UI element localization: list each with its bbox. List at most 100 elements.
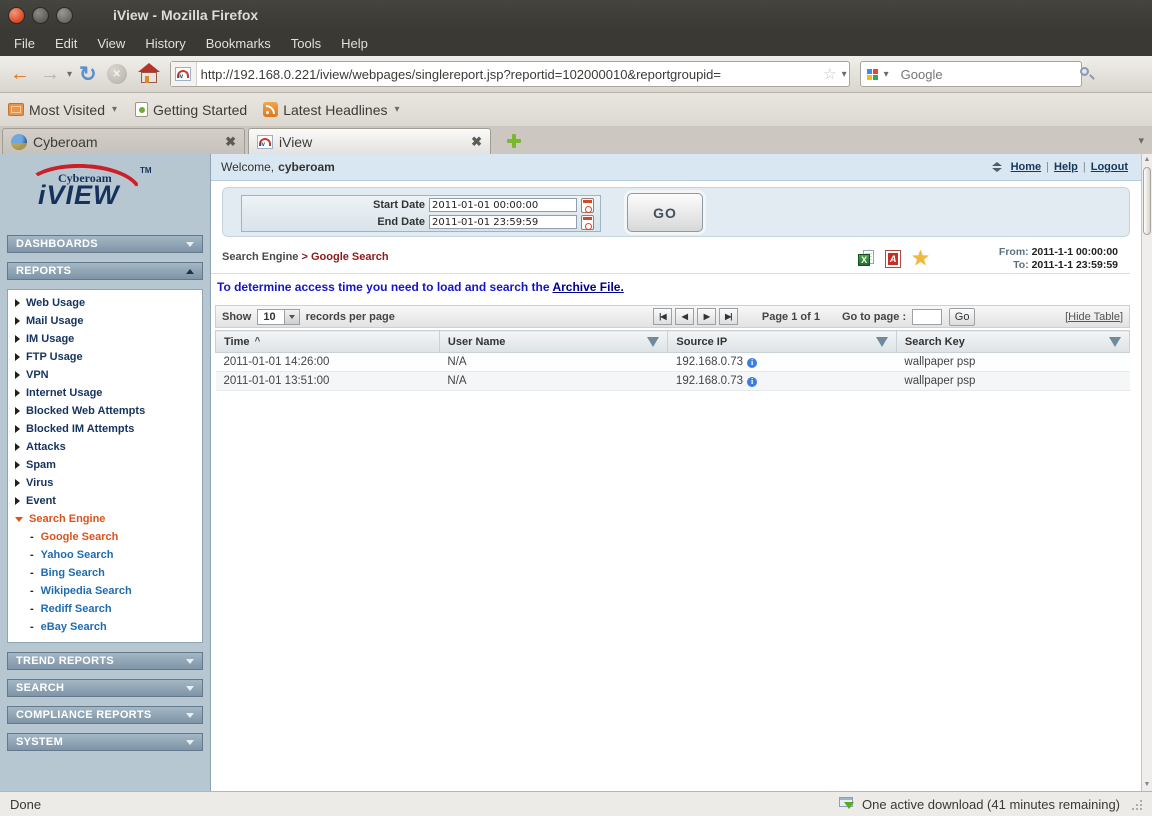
tab-close-icon[interactable]: ✖	[471, 134, 482, 150]
sidebar-item-internet-usage[interactable]: Internet Usage	[8, 384, 202, 402]
vertical-scrollbar[interactable]: ▲ ▼	[1141, 154, 1152, 791]
sidebar-item-vpn[interactable]: VPN	[8, 366, 202, 384]
prev-page-button[interactable]: ◀	[675, 308, 694, 325]
scroll-down-icon[interactable]: ▼	[1142, 779, 1152, 791]
navigation-toolbar: ← → ▾ ↻ ✕ iv ☆ ▾ ▾	[0, 56, 1152, 93]
info-icon[interactable]: i	[747, 358, 757, 368]
last-page-button[interactable]: ▶|	[719, 308, 738, 325]
sidebar-item-mail-usage[interactable]: Mail Usage	[8, 312, 202, 330]
sidebar-item-ftp-usage[interactable]: FTP Usage	[8, 348, 202, 366]
sidebar-item-virus[interactable]: Virus	[8, 474, 202, 492]
home-button[interactable]	[138, 65, 160, 83]
filter-funnel-icon[interactable]	[876, 337, 888, 347]
help-link[interactable]: Help	[1054, 161, 1078, 173]
export-pdf-icon[interactable]	[885, 250, 901, 268]
export-excel-icon[interactable]: X	[858, 250, 875, 267]
url-dropdown-icon[interactable]: ▾	[842, 69, 847, 80]
download-icon[interactable]	[839, 797, 855, 811]
sidebar-item-bing-search[interactable]: -Bing Search	[8, 564, 202, 582]
reload-button[interactable]: ↻	[79, 64, 97, 85]
menu-help[interactable]: Help	[331, 32, 378, 55]
logout-link[interactable]: Logout	[1091, 161, 1128, 173]
sidebar-item-blocked-im-attempts[interactable]: Blocked IM Attempts	[8, 420, 202, 438]
sidebar-item-ebay-search[interactable]: -eBay Search	[8, 618, 202, 636]
next-page-button[interactable]: ▶	[697, 308, 716, 325]
bookmark-getting-started[interactable]: Getting Started	[127, 99, 255, 121]
tab-iview[interactable]: iv iView ✖	[248, 128, 491, 154]
page-size-select[interactable]: 10	[257, 309, 299, 325]
home-link[interactable]: Home	[1011, 161, 1042, 173]
sidebar-item-rediff-search[interactable]: -Rediff Search	[8, 600, 202, 618]
column-header-time[interactable]: Time^	[216, 331, 440, 353]
scroll-up-icon[interactable]: ▲	[1142, 154, 1152, 166]
window-close-button[interactable]	[8, 7, 25, 24]
resize-grip[interactable]	[1130, 798, 1142, 810]
sidebar-item-spam[interactable]: Spam	[8, 456, 202, 474]
search-engine-dropdown-icon[interactable]: ▾	[884, 69, 889, 80]
window-maximize-button[interactable]	[56, 7, 73, 24]
menu-bookmarks[interactable]: Bookmarks	[196, 32, 281, 55]
end-date-input[interactable]	[429, 215, 577, 229]
go-button[interactable]: GO	[627, 193, 703, 232]
back-button[interactable]: ←	[10, 64, 30, 84]
column-header-user-name[interactable]: User Name	[439, 331, 668, 353]
menu-file[interactable]: File	[4, 32, 45, 55]
filter-funnel-icon[interactable]	[647, 337, 659, 347]
start-date-input[interactable]	[429, 198, 577, 212]
new-tab-button[interactable]	[505, 132, 523, 150]
breadcrumb-parent[interactable]: Search Engine	[222, 251, 298, 263]
sidebar-item-web-usage[interactable]: Web Usage	[8, 294, 202, 312]
column-header-search-key[interactable]: Search Key	[896, 331, 1129, 353]
bookmark-most-visited[interactable]: Most Visited ▾	[0, 99, 127, 121]
sidebar-section-system[interactable]: SYSTEM	[7, 733, 203, 751]
hide-table-link[interactable]: [Hide Table]	[1065, 311, 1123, 323]
sidebar-section-search[interactable]: SEARCH	[7, 679, 203, 697]
column-header-source-ip[interactable]: Source IP	[668, 331, 897, 353]
site-identity-box[interactable]: iv	[171, 62, 197, 86]
menu-view[interactable]: View	[87, 32, 135, 55]
sidebar-item-google-search[interactable]: -Google Search	[8, 528, 202, 546]
sidebar-item-attacks[interactable]: Attacks	[8, 438, 202, 456]
sidebar-section-dashboards[interactable]: DASHBOARDS	[7, 235, 203, 253]
history-dropdown-icon[interactable]: ▾	[67, 69, 72, 80]
bookmark-star-icon[interactable]: ☆	[823, 65, 836, 83]
menu-tools[interactable]: Tools	[281, 32, 331, 55]
sidebar-section-reports[interactable]: REPORTS	[7, 262, 203, 280]
sidebar-section-trend-reports[interactable]: TREND REPORTS	[7, 652, 203, 670]
sidebar-section-compliance-reports[interactable]: COMPLIANCE REPORTS	[7, 706, 203, 724]
sidebar-item-blocked-web-attempts[interactable]: Blocked Web Attempts	[8, 402, 202, 420]
sidebar-item-search-engine[interactable]: Search Engine	[8, 510, 202, 528]
panel-toggle-icon[interactable]	[992, 162, 1002, 172]
forward-button[interactable]: →	[40, 64, 60, 84]
info-icon[interactable]: i	[747, 377, 757, 387]
calendar-icon[interactable]	[581, 215, 594, 230]
welcome-text: Welcome,	[221, 160, 274, 174]
cell-user: N/A	[439, 353, 668, 372]
first-page-button[interactable]: |◀	[653, 308, 672, 325]
scrollbar-thumb[interactable]	[1143, 167, 1151, 235]
sidebar-item-wikipedia-search[interactable]: -Wikipedia Search	[8, 582, 202, 600]
tab-close-icon[interactable]: ✖	[225, 134, 236, 150]
search-engine-icon[interactable]	[867, 69, 878, 80]
window-minimize-button[interactable]	[32, 7, 49, 24]
sidebar-item-yahoo-search[interactable]: -Yahoo Search	[8, 546, 202, 564]
stop-button[interactable]: ✕	[107, 64, 127, 84]
bookmark-latest-headlines[interactable]: Latest Headlines ▾	[255, 99, 409, 121]
expand-arrow-icon	[15, 443, 20, 451]
chevron-down-icon	[186, 686, 194, 691]
goto-page-go-button[interactable]: Go	[949, 308, 975, 326]
tab-list-dropdown-icon[interactable]: ▾	[1138, 134, 1144, 147]
menu-edit[interactable]: Edit	[45, 32, 87, 55]
web-search-input[interactable]	[899, 67, 1079, 82]
sidebar-item-im-usage[interactable]: IM Usage	[8, 330, 202, 348]
url-input[interactable]	[197, 67, 821, 82]
tab-cyberoam[interactable]: Cyberoam ✖	[2, 128, 245, 154]
archive-file-link[interactable]: Archive File.	[552, 280, 623, 294]
filter-funnel-icon[interactable]	[1109, 337, 1121, 347]
goto-page-input[interactable]	[912, 309, 942, 325]
sidebar-item-event[interactable]: Event	[8, 492, 202, 510]
menu-history[interactable]: History	[135, 32, 195, 55]
bookmark-report-icon[interactable]: ★	[911, 248, 930, 269]
download-status-text[interactable]: One active download (41 minutes remainin…	[862, 797, 1120, 812]
calendar-icon[interactable]	[581, 198, 594, 213]
